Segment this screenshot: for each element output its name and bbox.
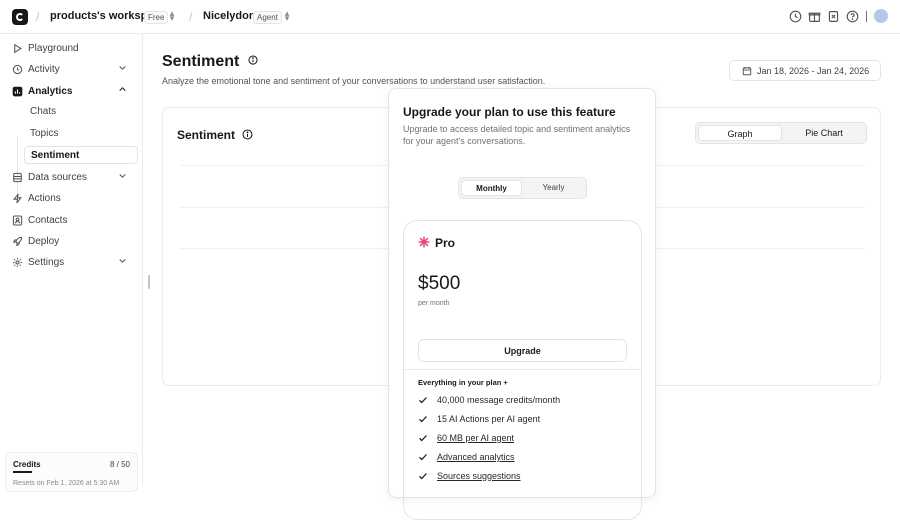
sidebar-item-activity[interactable]: Activity bbox=[12, 60, 136, 78]
chart-icon bbox=[12, 86, 23, 96]
feature-item: 15 AI Actions per AI agent bbox=[418, 412, 540, 426]
tab-graph[interactable]: Graph bbox=[698, 125, 782, 141]
tab-monthly[interactable]: Monthly bbox=[461, 180, 522, 196]
breadcrumb-separator: / bbox=[36, 10, 40, 24]
card-title-text: Sentiment bbox=[177, 128, 236, 142]
page-title: Sentiment bbox=[162, 53, 258, 71]
upgrade-button[interactable]: Upgrade bbox=[418, 339, 627, 362]
contacts-icon bbox=[12, 215, 23, 225]
sidebar-item-settings[interactable]: Settings bbox=[12, 253, 136, 271]
breadcrumb-separator: / bbox=[189, 10, 193, 24]
features-heading: Everything in your plan + bbox=[418, 378, 508, 387]
credits-value: 8 / 50 bbox=[109, 460, 130, 469]
chevron-down-icon bbox=[119, 174, 126, 178]
sidebar: Playground Activity Analytics Chats Topi… bbox=[0, 34, 143, 492]
toolbar-divider bbox=[866, 11, 867, 22]
date-range-picker[interactable]: Jan 18, 2026 - Jan 24, 2026 bbox=[729, 60, 881, 81]
gear-icon bbox=[13, 257, 22, 267]
sidebar-item-playground[interactable]: Playground bbox=[12, 39, 136, 57]
plan-name: Pro bbox=[435, 236, 456, 250]
sidebar-item-label: Playground bbox=[28, 42, 79, 54]
workspace-switcher-icon[interactable]: ▴ ▾ bbox=[168, 9, 176, 23]
gift-icon[interactable] bbox=[808, 10, 821, 23]
page-title-text: Sentiment bbox=[162, 53, 240, 70]
chevron-down-icon bbox=[119, 259, 126, 263]
check-icon bbox=[419, 397, 427, 404]
feature-link[interactable]: Sources suggestions bbox=[437, 471, 521, 481]
feature-item: Sources suggestions bbox=[418, 469, 521, 483]
date-range-text: Jan 18, 2026 - Jan 24, 2026 bbox=[757, 65, 870, 76]
sidebar-item-label: Deploy bbox=[28, 235, 60, 247]
check-icon bbox=[419, 454, 427, 461]
upgrade-modal: Upgrade your plan to use this feature Up… bbox=[388, 88, 656, 520]
billing-period-toggle: Monthly Yearly bbox=[458, 177, 587, 199]
sidebar-item-analytics[interactable]: Analytics bbox=[12, 82, 136, 100]
calendar-icon bbox=[742, 66, 752, 75]
help-icon[interactable] bbox=[846, 10, 859, 23]
info-icon[interactable] bbox=[248, 55, 258, 65]
tab-yearly[interactable]: Yearly bbox=[522, 180, 585, 196]
feature-link[interactable]: 60 MB per AI agent bbox=[437, 433, 514, 443]
sidebar-item-label: Analytics bbox=[28, 85, 73, 97]
info-icon[interactable] bbox=[242, 129, 253, 140]
rocket-icon bbox=[12, 236, 23, 246]
page-subtitle: Analyze the emotional tone and sentiment… bbox=[162, 76, 546, 86]
chevron-down-icon bbox=[119, 66, 126, 70]
view-toggle: Graph Pie Chart bbox=[695, 122, 867, 144]
feature-text: 15 AI Actions per AI agent bbox=[437, 414, 541, 424]
feature-item: 60 MB per AI agent bbox=[418, 431, 514, 445]
plan-billing-unit: per month bbox=[418, 300, 450, 307]
sidebar-item-actions[interactable]: Actions bbox=[12, 189, 136, 207]
sparkle-icon bbox=[418, 236, 430, 248]
sidebar-resize-handle[interactable] bbox=[148, 275, 150, 289]
modal-subtitle: Upgrade to access detailed topic and sen… bbox=[403, 124, 631, 146]
plan-price: $500 bbox=[418, 273, 461, 294]
sidebar-subitem-topics[interactable]: Topics bbox=[24, 125, 138, 143]
check-icon bbox=[419, 473, 427, 480]
sidebar-item-data-sources[interactable]: Data sources bbox=[12, 168, 136, 186]
feature-item: 40,000 message credits/month bbox=[418, 393, 560, 407]
credits-progress bbox=[13, 471, 32, 473]
agent-badge: Agent bbox=[253, 11, 282, 24]
credits-panel: Credits 8 / 50 Resets on Feb 1, 2026 at … bbox=[5, 452, 138, 492]
actions-icon bbox=[12, 193, 23, 203]
sidebar-item-contacts[interactable]: Contacts bbox=[12, 211, 136, 229]
activity-icon bbox=[12, 64, 23, 74]
database-icon bbox=[13, 172, 22, 182]
docs-icon[interactable] bbox=[827, 10, 840, 23]
sidebar-item-label: Data sources bbox=[28, 171, 87, 183]
sidebar-item-label: Contacts bbox=[28, 214, 68, 226]
sidebar-item-label: Activity bbox=[28, 63, 60, 75]
sidebar-item-deploy[interactable]: Deploy bbox=[12, 232, 136, 250]
modal-title: Upgrade your plan to use this feature bbox=[403, 105, 616, 119]
chevron-up-icon bbox=[119, 87, 126, 91]
check-icon bbox=[419, 435, 427, 442]
workspace-plan-badge: Free bbox=[144, 11, 169, 24]
credits-label: Credits bbox=[13, 460, 41, 469]
tab-pie-chart[interactable]: Pie Chart bbox=[782, 125, 866, 141]
sidebar-item-label: Actions bbox=[28, 192, 61, 204]
sidebar-subitem-sentiment[interactable]: Sentiment bbox=[24, 146, 138, 164]
sidebar-subitem-chats[interactable]: Chats bbox=[24, 103, 138, 121]
check-icon bbox=[419, 416, 427, 423]
agent-switcher-icon[interactable]: ▴ ▾ bbox=[283, 9, 291, 23]
play-icon bbox=[14, 43, 22, 53]
history-icon[interactable] bbox=[789, 10, 802, 23]
top-bar: / products's workspace Free ▴ ▾ / Nicelyd… bbox=[0, 0, 900, 34]
avatar[interactable] bbox=[874, 9, 888, 23]
app-logo[interactable] bbox=[12, 9, 28, 25]
feature-item: Advanced analytics bbox=[418, 450, 515, 464]
plan-card-pro: Pro $500 per month Upgrade Everything in… bbox=[403, 220, 642, 520]
feature-text: 40,000 message credits/month bbox=[437, 395, 561, 405]
sidebar-item-label: Settings bbox=[28, 256, 65, 268]
feature-link[interactable]: Advanced analytics bbox=[437, 452, 515, 462]
divider bbox=[404, 369, 641, 370]
card-title: Sentiment bbox=[177, 128, 253, 142]
